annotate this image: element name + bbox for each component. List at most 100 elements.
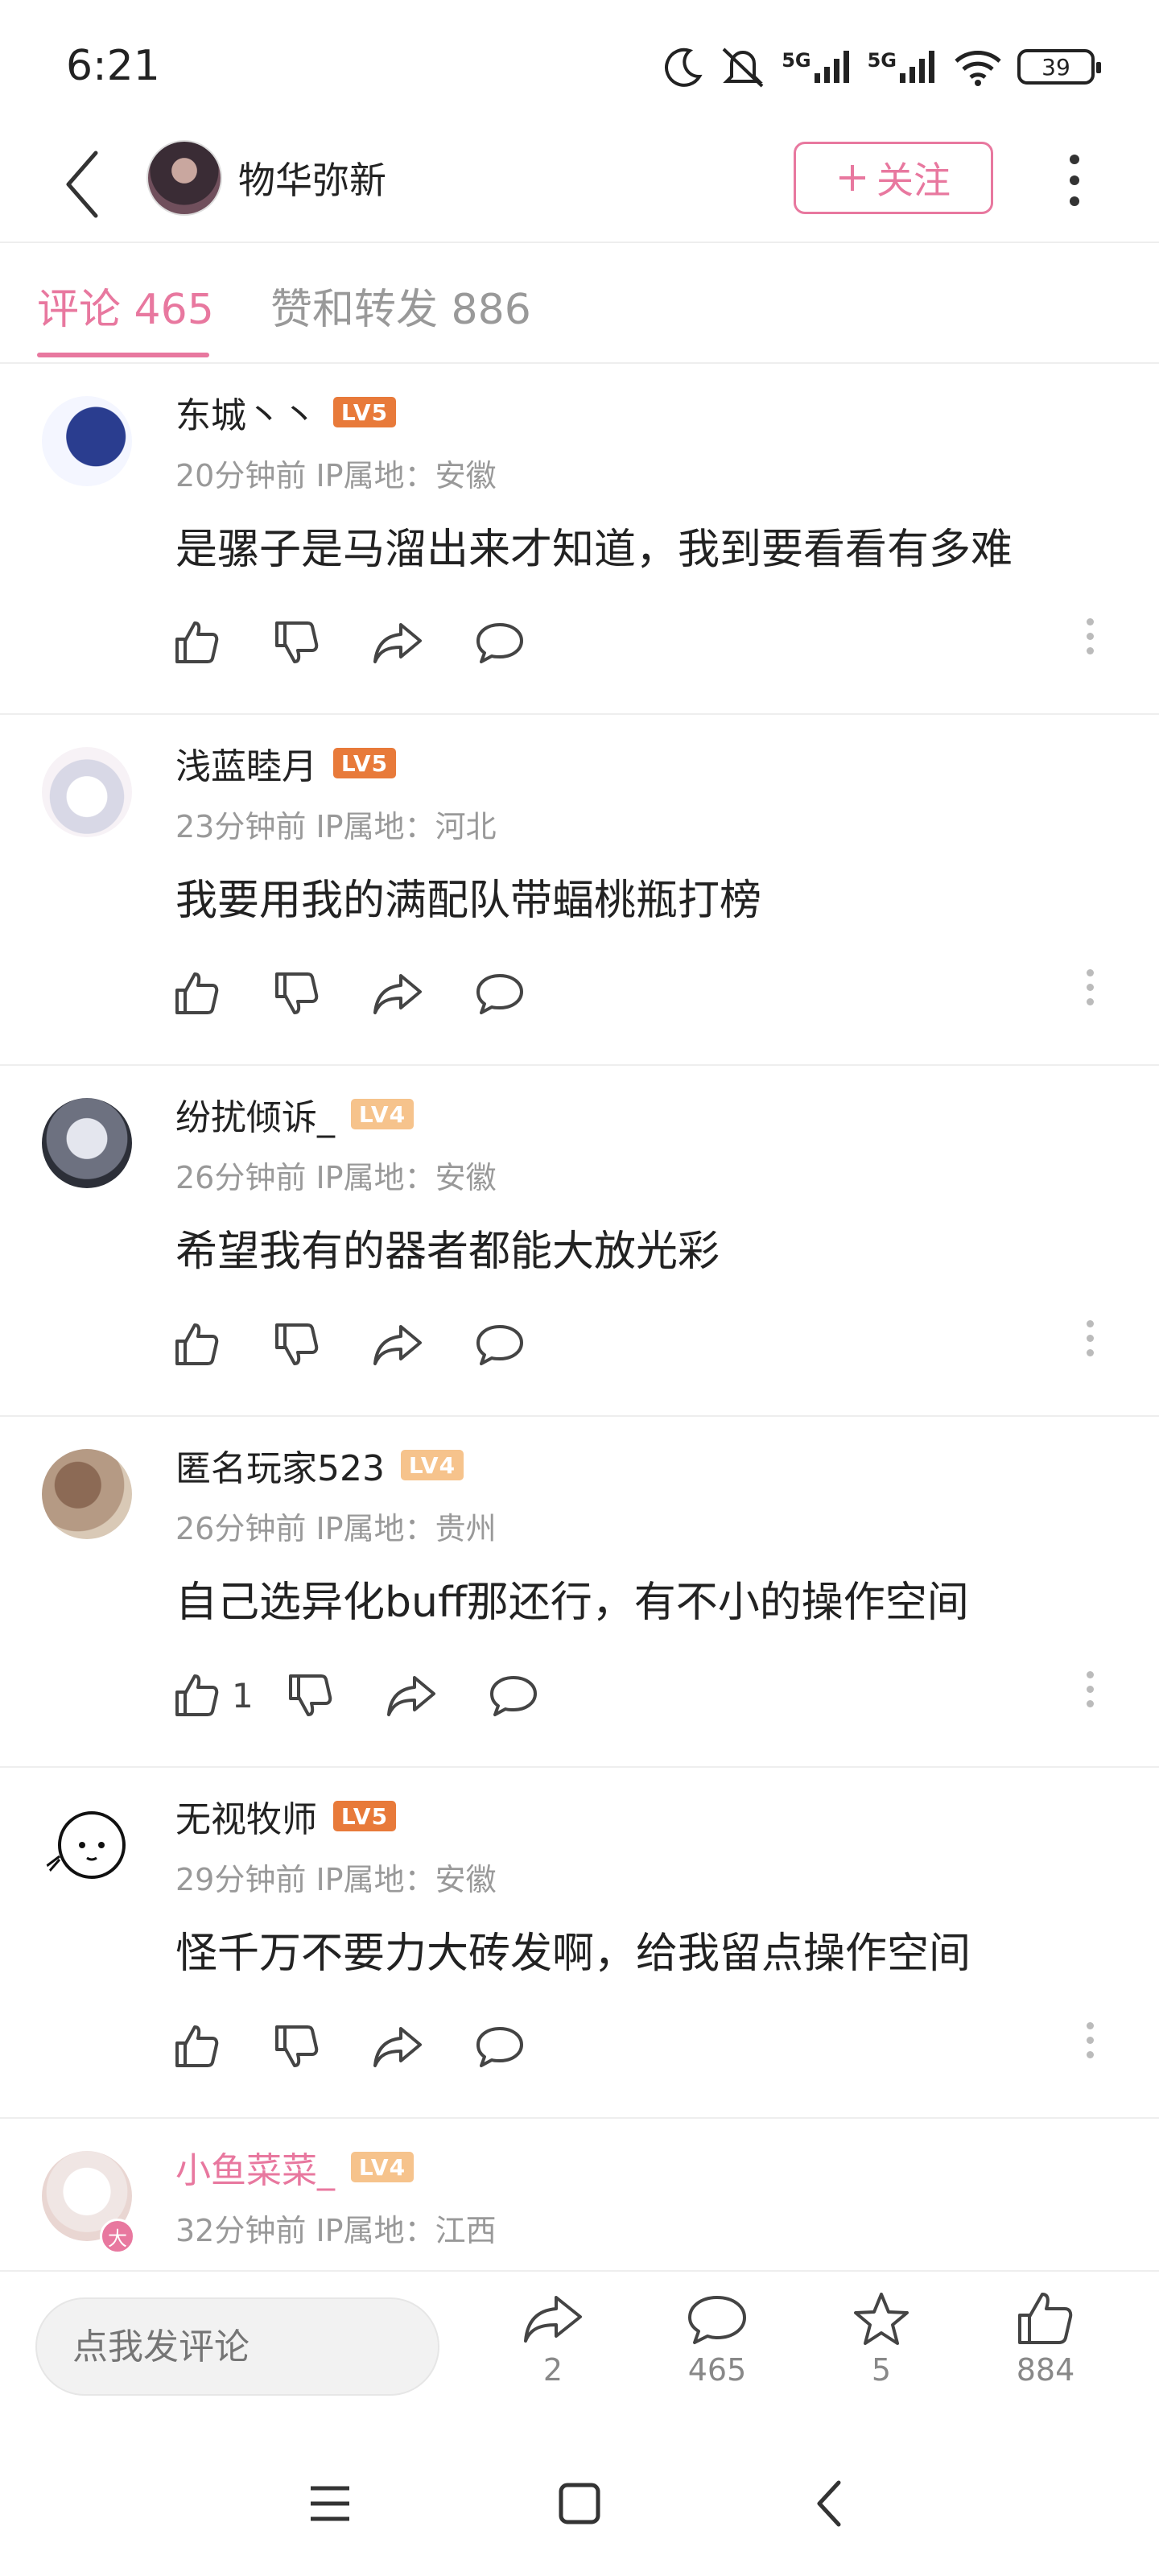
dislike-button[interactable] [272,961,320,1026]
like-icon [175,1674,219,1716]
system-nav-bar [0,2423,1159,2576]
level-badge: LV5 [333,397,396,427]
reply-button[interactable] [475,1312,525,1377]
share-icon [524,2296,582,2343]
battery-level: 39 [1041,53,1070,80]
back-icon [66,151,98,218]
moon-icon [665,47,703,87]
plus-icon [839,165,865,191]
follow-button[interactable]: 关注 [794,142,993,214]
comment-item: 大 小鱼菜菜_ LV4 32分钟前 IP属地：江西 [0,2119,1159,2270]
avatar[interactable] [42,396,132,486]
like-button[interactable]: 1 [172,1663,254,1728]
comment-post-button[interactable]: 465 [665,2291,769,2388]
reply-button[interactable] [475,2014,525,2079]
comment-ip: IP属地：江西 [316,2213,497,2248]
like-icon [1018,2293,1073,2344]
dislike-icon [275,1323,319,1365]
reply-button[interactable] [475,961,525,1026]
signal-icon [814,51,849,83]
wifi-icon [955,51,1001,86]
comment-author[interactable]: 浅蓝睦月 [175,737,317,789]
comment-text: 怪千万不要力大砖发啊，给我留点操作空间 [175,1930,971,1978]
comment-text: 希望我有的器者都能大放光彩 [175,1228,720,1276]
like-button[interactable] [172,961,221,1026]
comment-time: 23分钟前 [175,809,307,844]
dislike-button[interactable] [272,2014,320,2079]
comment-more-icon[interactable] [1087,969,1094,1005]
level-badge: LV4 [351,1099,414,1129]
status-bar: 6:21 5G 5G 39 [0,0,1159,129]
signal-1: 5G [782,49,852,85]
comment-ip: IP属地：安徽 [316,1160,497,1195]
header: 物华弥新 关注 [0,129,1159,243]
share-icon [373,623,422,663]
menu-button[interactable] [298,2471,362,2536]
share-button[interactable] [372,610,423,675]
comment-item: 匿名玩家523 LV4 26分钟前 IP属地：贵州 自己选异化buff那还行，有不… [0,1417,1159,1768]
nav-back-button[interactable] [797,2471,861,2536]
avatar[interactable] [42,747,132,837]
comment-item: 东城丶丶 LV5 20分钟前 IP属地：安徽 是骡子是马溜出来才知道，我到要看看有… [0,364,1159,715]
comment-ip: IP属地：安徽 [316,458,497,493]
comment-author[interactable]: 无视牧师 [175,1790,317,1842]
avatar[interactable] [42,1800,132,1890]
reply-button[interactable] [489,1663,538,1728]
bottom-action-bar: 2 465 5 884 [0,2270,1159,2423]
comment-author[interactable]: 纷扰倾诉_ [175,1088,335,1140]
dislike-button[interactable] [272,1312,320,1377]
comment-meta: 26分钟前 IP属地：安徽 [175,1153,497,1197]
like-post-button[interactable]: 884 [993,2291,1098,2388]
avatar[interactable] [42,1098,132,1188]
comment-meta: 23分钟前 IP属地：河北 [175,802,497,846]
share-button[interactable] [372,2014,423,2079]
like-icon [175,2025,219,2067]
share-button[interactable] [386,1663,437,1728]
author-avatar[interactable] [146,140,222,216]
comment-icon [476,1325,523,1365]
follow-label: 关注 [876,159,951,202]
comment-time: 20分钟前 [175,458,307,493]
home-button[interactable] [547,2471,612,2536]
comment-author[interactable]: 小鱼菜菜_ [175,2141,335,2193]
comment-more-icon[interactable] [1087,1320,1094,1356]
comment-input[interactable] [35,2297,439,2396]
back-button[interactable] [50,140,114,229]
dislike-button[interactable] [272,610,320,675]
menu-icon [311,2486,349,2521]
favorite-button[interactable]: 5 [829,2291,934,2388]
share-icon [373,2027,422,2067]
author-name[interactable]: 物华弥新 [238,151,386,204]
share-post-button[interactable]: 2 [501,2291,605,2388]
comment-author[interactable]: 东城丶丶 [175,386,317,438]
home-icon [559,2483,600,2524]
comment-item: 浅蓝睦月 LV5 23分钟前 IP属地：河北 我要用我的满配队带蝠桃瓶打榜 [0,715,1159,1066]
comment-actions [172,610,576,675]
comment-more-icon[interactable] [1087,2022,1094,2058]
comment-author[interactable]: 匿名玩家523 [175,1439,385,1491]
like-icon [175,972,219,1014]
tab-comments[interactable]: 评论 465 [37,275,214,336]
comment-more-icon[interactable] [1087,1671,1094,1707]
like-button[interactable] [172,2014,221,2079]
like-button[interactable] [172,1312,221,1377]
favorite-count: 5 [871,2352,892,2388]
doodle-face-icon [46,1811,126,1879]
like-button[interactable] [172,610,221,675]
comment-ip: IP属地：河北 [316,809,497,844]
dislike-button[interactable] [286,1663,334,1728]
share-icon [373,974,422,1014]
share-icon [386,1676,435,1716]
avatar[interactable] [42,1449,132,1539]
level-badge: LV5 [333,748,396,778]
share-button[interactable] [372,961,423,1026]
signal-2: 5G [868,49,938,85]
more-icon[interactable] [1054,140,1095,221]
like-icon [175,1323,219,1365]
share-button[interactable] [372,1312,423,1377]
dislike-icon [275,2025,319,2067]
comment-more-icon[interactable] [1087,618,1094,654]
reply-button[interactable] [475,610,525,675]
level-badge: LV4 [351,2152,414,2182]
tab-likes-reposts[interactable]: 赞和转发 886 [270,275,531,336]
